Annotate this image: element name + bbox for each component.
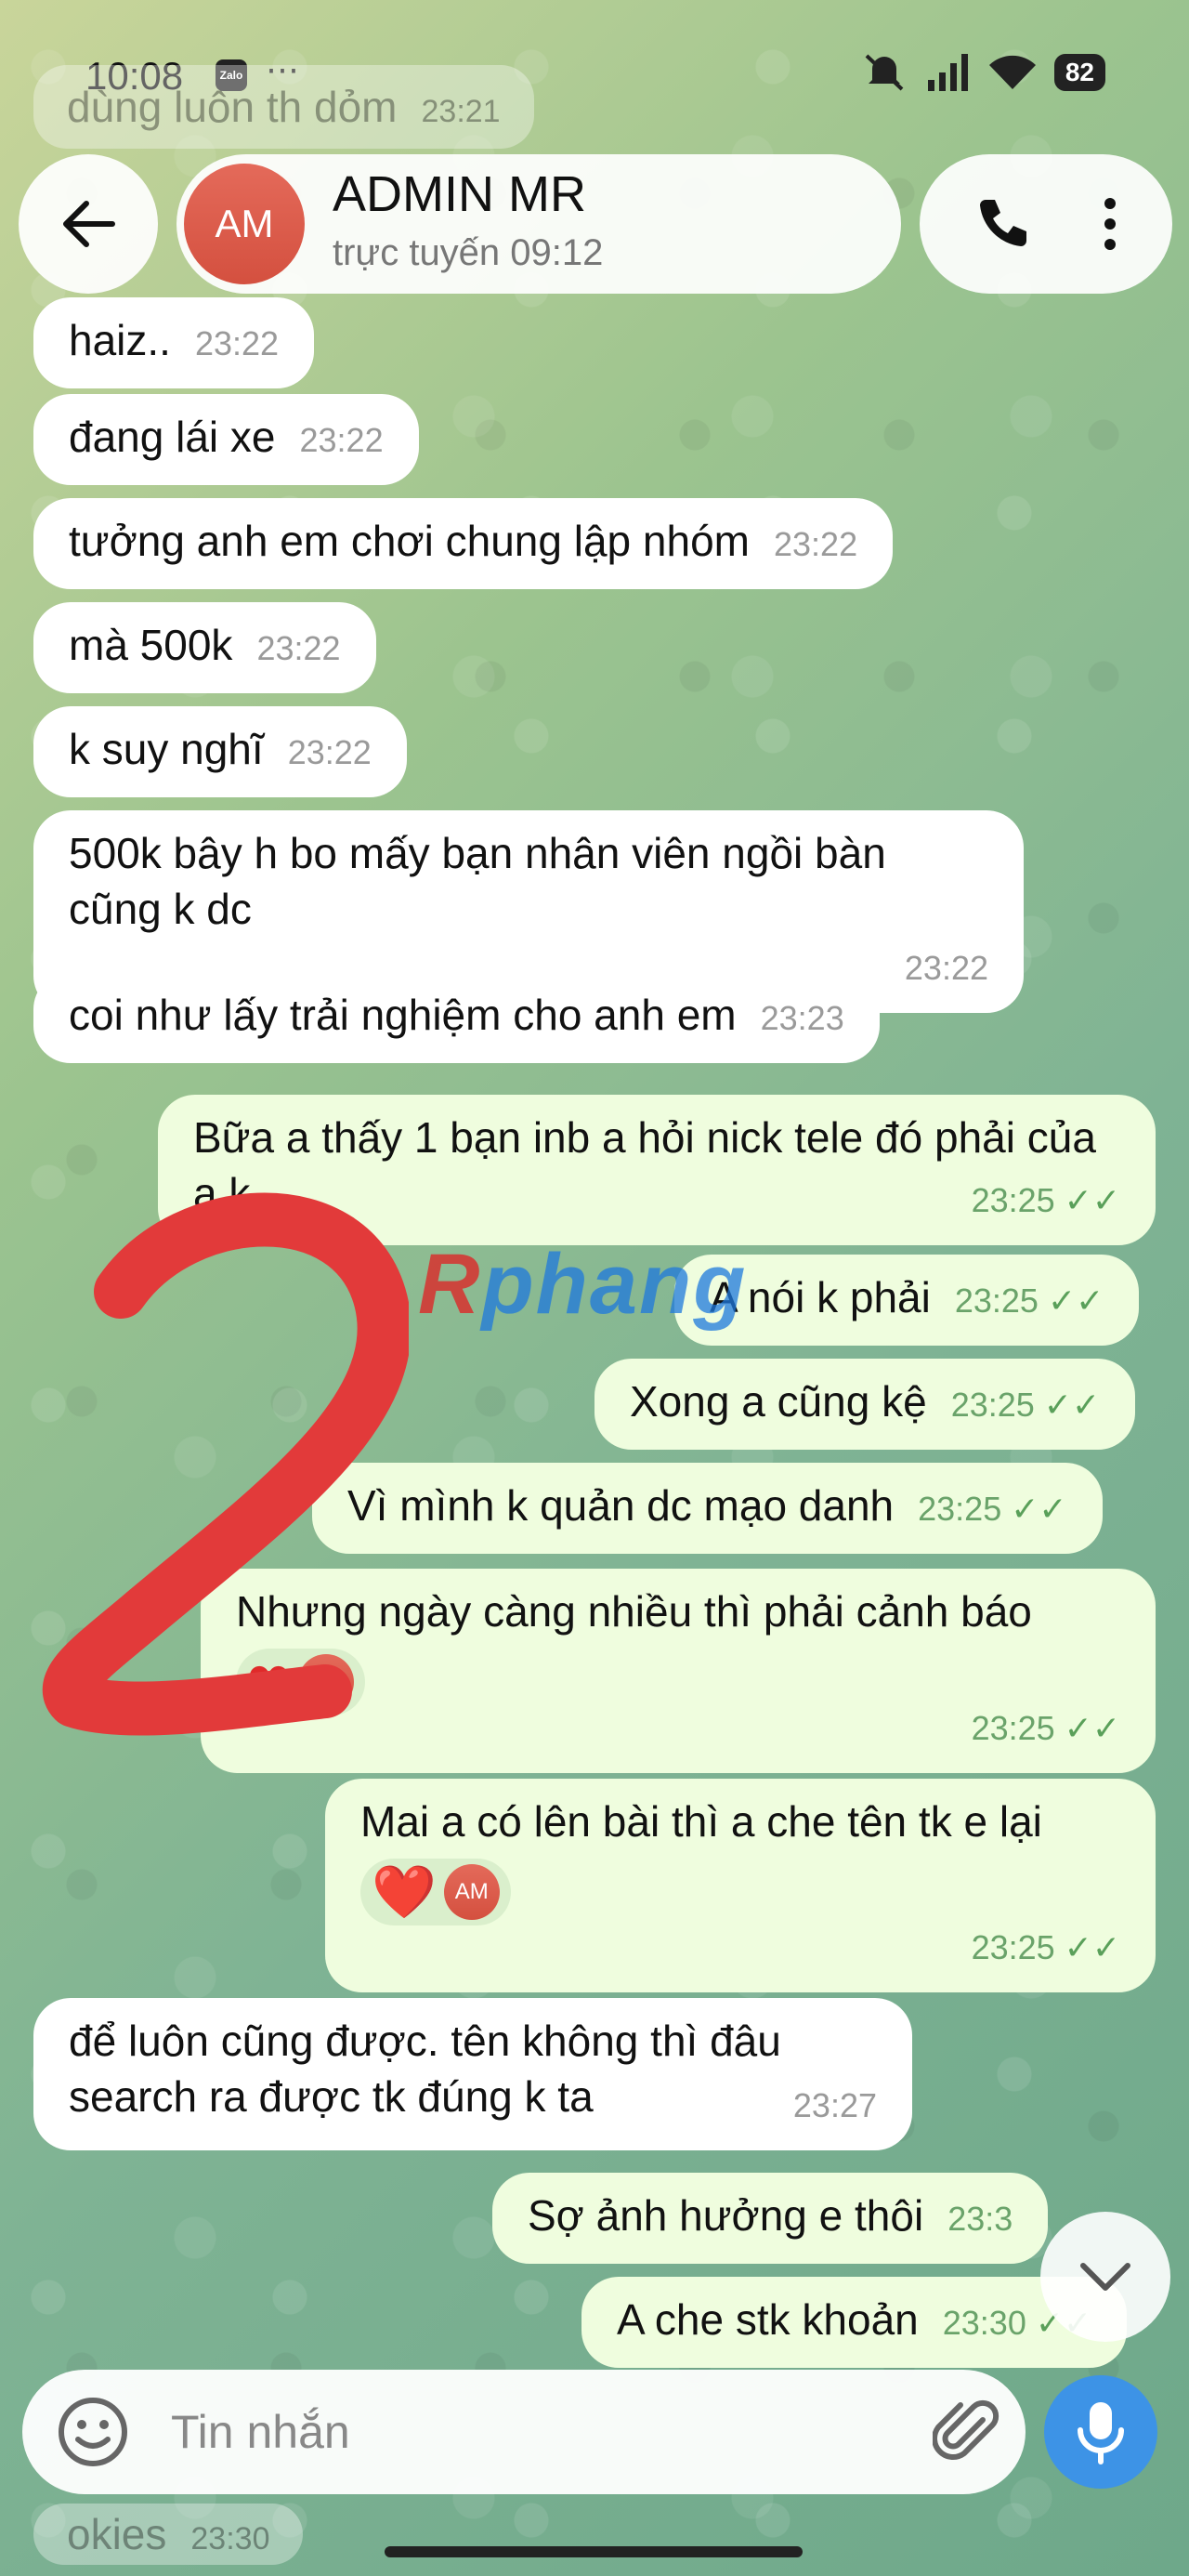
emoji-icon[interactable] — [56, 2395, 130, 2469]
message-incoming[interactable]: coi như lấy trải nghiệm cho anh em 23:23 — [33, 972, 880, 1063]
ghost-message-time: 23:21 — [421, 94, 501, 129]
ghost-message-text: dùng luôn th dỏm — [67, 83, 398, 131]
watermark-letter: R — [418, 1237, 482, 1332]
message-text: coi như lấy trải nghiệm cho anh em — [69, 991, 737, 1039]
message-incoming[interactable]: đang lái xe 23:22 — [33, 394, 419, 485]
message-text: Xong a cũng kệ — [630, 1377, 927, 1426]
message-incoming[interactable]: haiz.. 23:22 — [33, 297, 315, 388]
voice-record-button[interactable] — [1044, 2375, 1157, 2489]
watermark: Rphang — [418, 1236, 747, 1334]
message-reactions[interactable]: ❤️ AM — [360, 1859, 511, 1925]
more-vert-icon[interactable] — [1101, 194, 1119, 254]
arrow-left-icon — [63, 201, 115, 247]
message-time: 23:22 — [256, 629, 341, 667]
ghost-message-bottom: okies 23:30 — [33, 2504, 304, 2565]
message-time: 23:3 — [947, 2200, 1013, 2238]
signal-icon — [927, 54, 968, 91]
message-text: Mai a có lên bài thì a che tên tk e lại — [360, 1797, 1042, 1846]
status-indicators: 82 — [861, 52, 1105, 93]
back-button[interactable] — [19, 154, 158, 294]
message-time: 23:25 — [971, 1709, 1055, 1747]
reaction-avatar: AM — [443, 1864, 500, 1920]
message-text: Sợ ảnh hưởng e thôi — [528, 2191, 924, 2240]
scroll-down-button[interactable] — [1040, 2212, 1170, 2342]
chevron-down-icon — [1080, 2263, 1130, 2291]
heart-reaction-icon: ❤️ — [372, 1862, 437, 1921]
paperclip-icon[interactable] — [933, 2398, 1003, 2468]
message-text: Vì mình k quản dc mạo danh — [347, 1481, 895, 1530]
handwritten-number-two — [42, 1192, 409, 1736]
message-outgoing[interactable]: Mai a có lên bài thì a che tên tk e lại … — [325, 1779, 1156, 1992]
phone-icon[interactable] — [973, 194, 1032, 254]
contact-avatar[interactable]: AM — [184, 164, 305, 284]
message-text: A che stk khoản — [617, 2295, 919, 2344]
message-text: mà 500k — [69, 621, 233, 669]
message-time: 23:22 — [299, 421, 384, 459]
ghost-message-time: 23:30 — [190, 2521, 270, 2556]
message-outgoing[interactable]: Vì mình k quản dc mạo danh 23:25 ✓✓ — [312, 1463, 1103, 1554]
battery-level: 82 — [1053, 54, 1105, 91]
message-time: 23:22 — [774, 525, 858, 563]
header-actions — [920, 154, 1172, 294]
microphone-icon — [1078, 2402, 1124, 2464]
message-time: 23:25 — [918, 1490, 1002, 1528]
message-time: 23:30 — [942, 2304, 1026, 2342]
message-time: 23:27 — [792, 2086, 877, 2124]
message-text: haiz.. — [69, 316, 171, 364]
message-time: 23:23 — [760, 999, 844, 1037]
message-incoming[interactable]: k suy nghĩ 23:22 — [33, 706, 407, 797]
ghost-message-top: dùng luôn th dỏm 23:21 — [33, 65, 534, 149]
message-composer — [22, 2370, 1026, 2494]
contact-status: trực tuyến 09:12 — [333, 232, 604, 273]
home-indicator[interactable] — [385, 2546, 803, 2557]
message-text: k suy nghĩ — [69, 725, 264, 773]
watermark-word: phang — [481, 1237, 748, 1332]
mute-icon — [865, 54, 904, 91]
ghost-message-text: okies — [67, 2510, 167, 2558]
message-incoming[interactable]: tưởng anh em chơi chung lập nhóm 23:22 — [33, 498, 894, 589]
message-time: 23:25 — [971, 1928, 1055, 1966]
message-incoming[interactable]: mà 500k 23:22 — [33, 602, 376, 693]
message-time: 23:22 — [904, 949, 988, 987]
message-incoming[interactable]: để luôn cũng được. tên không thì đâu sea… — [33, 1998, 912, 2150]
wifi-icon — [988, 55, 1036, 89]
message-time: 23:25 — [950, 1386, 1035, 1424]
read-check-icon: ✓✓ — [1011, 1490, 1067, 1528]
read-check-icon: ✓✓ — [1064, 1928, 1120, 1966]
chat-title-bar[interactable]: AM ADMIN MR trực tuyến 09:12 — [176, 154, 901, 294]
message-time: 23:25 — [954, 1281, 1039, 1320]
read-check-icon: ✓✓ — [1064, 1709, 1120, 1747]
message-text: 500k bây h bo mấy bạn nhân viên ngồi bàn… — [69, 829, 886, 933]
message-time: 23:25 — [971, 1181, 1055, 1219]
message-text: tưởng anh em chơi chung lập nhóm — [69, 517, 750, 565]
contact-name: ADMIN MR — [333, 166, 586, 222]
message-outgoing[interactable]: Xong a cũng kệ 23:25 ✓✓ — [594, 1359, 1136, 1450]
read-check-icon: ✓✓ — [1064, 1181, 1120, 1219]
message-input[interactable] — [171, 2398, 914, 2466]
message-text: đang lái xe — [69, 413, 276, 461]
message-time: 23:22 — [194, 324, 280, 362]
message-outgoing[interactable]: Sợ ảnh hưởng e thôi 23:3 — [492, 2173, 1049, 2264]
message-time: 23:22 — [287, 733, 372, 771]
read-check-icon: ✓✓ — [1047, 1281, 1104, 1320]
read-check-icon: ✓✓ — [1043, 1386, 1101, 1424]
